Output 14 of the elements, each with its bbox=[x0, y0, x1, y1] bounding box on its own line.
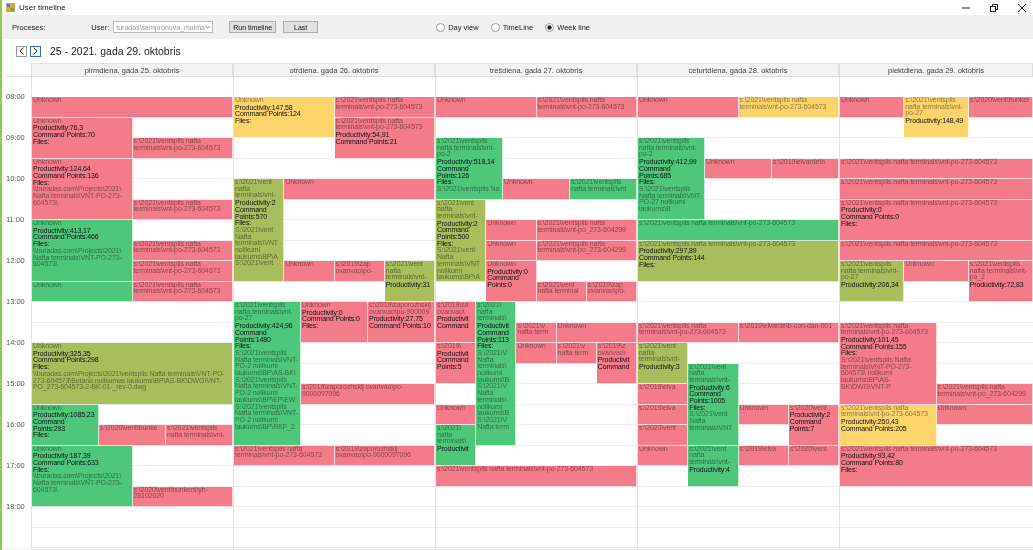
restore-icon[interactable] bbox=[989, 2, 999, 13]
radio-button[interactable] bbox=[436, 22, 446, 32]
close-icon[interactable] bbox=[1017, 2, 1027, 13]
window-title: User timeline bbox=[19, 3, 66, 12]
app-icon bbox=[6, 3, 15, 12]
chevron-right-icon bbox=[33, 47, 38, 55]
previous-week-button[interactable] bbox=[16, 45, 27, 57]
caret-icon bbox=[205, 25, 211, 29]
next-week-button[interactable] bbox=[30, 45, 41, 57]
radio-button[interactable] bbox=[545, 22, 555, 32]
week-title: 25 - 2021. gada 29. oktobris bbox=[50, 45, 181, 57]
chevron-left-icon bbox=[19, 47, 24, 55]
calendar-event[interactable] bbox=[234, 302, 301, 446]
radio-button[interactable] bbox=[490, 22, 500, 32]
